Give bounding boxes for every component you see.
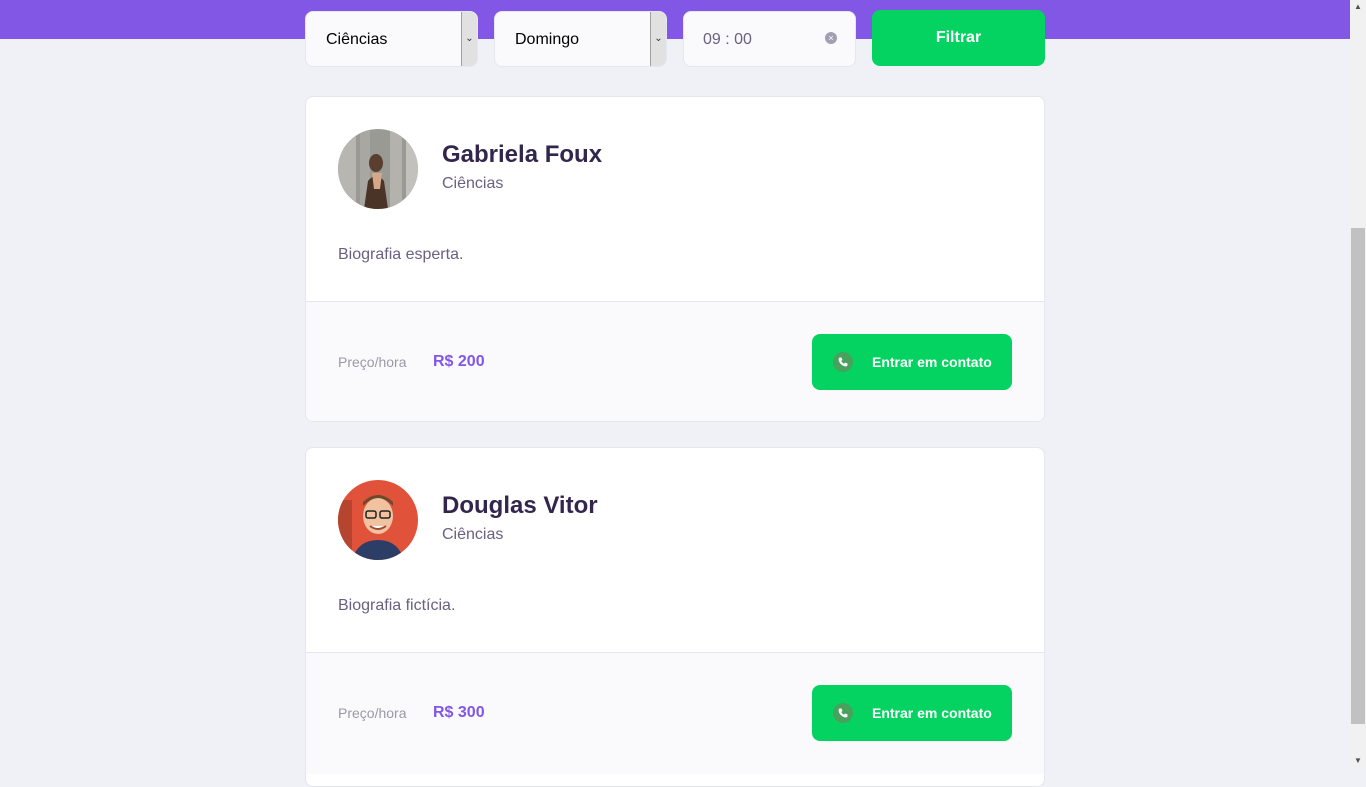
contact-button[interactable]: Entrar em contato [812,685,1012,741]
price-value: R$ 200 [433,353,485,370]
card-footer: Preço/hora R$ 300 Entrar em contato [306,652,1044,774]
contact-button-label: Entrar em contato [872,705,992,721]
teacher-name: Gabriela Foux [442,141,603,168]
clear-icon[interactable]: × [825,32,837,44]
page-header-bar [0,0,1350,39]
scroll-up-icon[interactable]: ▲ [1350,0,1366,14]
time-input-value: 09 : 00 [703,31,752,48]
scroll-down-icon[interactable]: ▼ [1350,754,1366,768]
whatsapp-icon [833,352,853,372]
teacher-card: Gabriela Foux Ciências Biografia esperta… [305,96,1045,422]
price-label: Preço/hora [338,705,407,721]
whatsapp-icon [833,703,853,723]
card-footer: Preço/hora R$ 200 Entrar em contato [306,301,1044,421]
subject-select[interactable]: Ciências ⌄ [305,11,478,67]
teacher-subject: Ciências [442,526,504,543]
filter-button[interactable]: Filtrar [872,10,1045,66]
avatar [338,480,418,560]
teacher-card: Douglas Vitor Ciências Biografia fictíci… [305,447,1045,787]
scrollbar-thumb[interactable] [1351,228,1365,724]
price-label: Preço/hora [338,354,407,370]
week-day-select-value: Domingo [515,31,580,48]
subject-select-value: Ciências [326,31,388,48]
teacher-bio: Biografia esperta. [338,246,464,263]
contact-button-label: Entrar em contato [872,354,992,370]
avatar [338,129,418,209]
price-value: R$ 300 [433,704,485,721]
teacher-subject: Ciências [442,175,504,192]
week-day-select[interactable]: Domingo ⌄ [494,11,667,67]
time-input[interactable]: 09 : 00 × [683,11,856,67]
chevron-down-icon[interactable]: ⌄ [650,12,666,66]
teacher-bio: Biografia fictícia. [338,597,456,614]
teacher-name: Douglas Vitor [442,492,598,519]
chevron-down-icon[interactable]: ⌄ [461,12,477,66]
contact-button[interactable]: Entrar em contato [812,334,1012,390]
